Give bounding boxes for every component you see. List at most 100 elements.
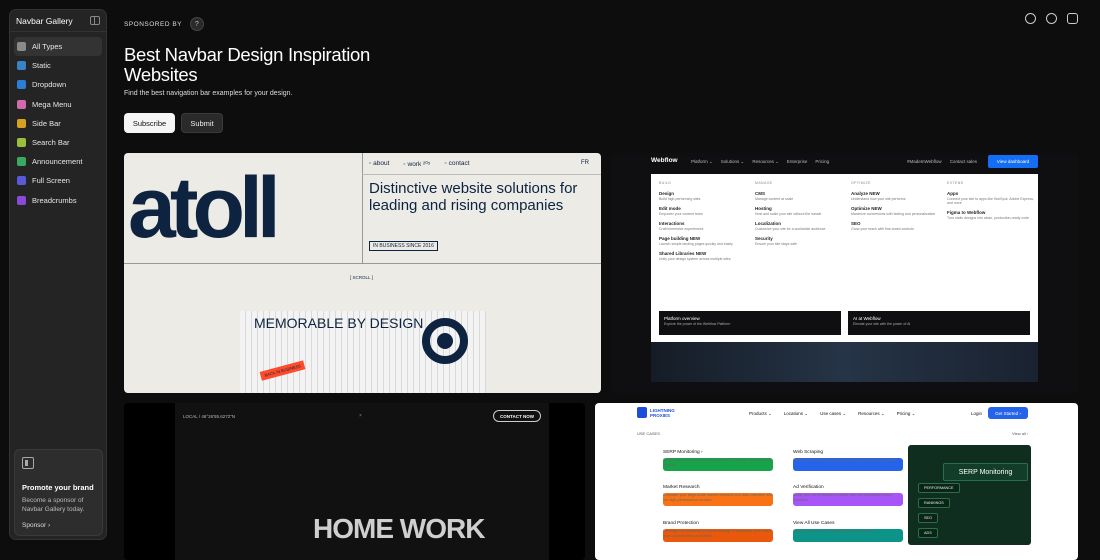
sponsored-label: SPONSORED BY bbox=[124, 20, 183, 28]
lp-use-case-title: Brand Protection bbox=[663, 521, 699, 526]
lp-use-case-title: Web Scraping bbox=[793, 450, 824, 455]
panel-tag: SEO bbox=[918, 513, 939, 523]
sidebar-title[interactable]: Navbar Gallery bbox=[16, 16, 73, 26]
wf-menu-item-desc: Customize your site for a worldwide audi… bbox=[755, 227, 826, 231]
help-circle-icon[interactable] bbox=[1046, 13, 1057, 24]
wf-right-item: Contact sales bbox=[949, 159, 977, 164]
wf-menu-item-desc: Turn static designs into clean, producti… bbox=[947, 216, 1029, 220]
wf-footer-desc: Elevate your site with the power of AI bbox=[853, 322, 911, 326]
poster-text: MEMORABLE BY DESIGN bbox=[254, 315, 424, 331]
homework-location: LOCAL / 46°26'55.6272"N bbox=[183, 414, 236, 419]
submit-site-icon[interactable] bbox=[1067, 13, 1078, 24]
webflow-logo: Webflow bbox=[651, 157, 678, 164]
promo-card: Promote your brand Become a sponsor of N… bbox=[14, 449, 103, 536]
help-icon[interactable]: ? bbox=[190, 17, 205, 31]
gallery-card-webflow[interactable]: Webflow Platform ⌄ Solutions ⌄ Resources… bbox=[611, 153, 1078, 393]
gallery-card-atoll[interactable]: atoll ◦ about ◦ work ²⁰⁵ ◦ contact FR Di… bbox=[124, 153, 601, 393]
announcement-icon bbox=[17, 157, 26, 167]
lp-nav-item: Products ⌄ bbox=[749, 411, 772, 416]
wf-nav-item: Enterprise bbox=[786, 159, 808, 164]
wf-footer-title: AI at Webflow bbox=[853, 316, 881, 321]
wf-menu-item-desc: Understand how your site performs bbox=[851, 197, 906, 201]
wf-column: OPTIMIZE Analyze NEW Understand how your s… bbox=[851, 181, 941, 236]
wf-menu-item-title: Hosting bbox=[755, 206, 772, 211]
sidebar-header: Navbar Gallery bbox=[10, 10, 106, 32]
atoll-nav-about: ◦ about bbox=[369, 160, 390, 167]
fullscreen-icon bbox=[17, 176, 26, 186]
wf-column-heading: EXTEND bbox=[947, 181, 964, 185]
wf-column: EXTEND Apps Connect your site to apps like… bbox=[947, 181, 1037, 225]
wf-menu-item-title: Figma to Webflow bbox=[947, 210, 986, 215]
wf-menu-item: CMS Manage content at scale bbox=[755, 191, 845, 201]
serp-panel-title: SERP Monitoring bbox=[943, 463, 1028, 481]
sidebar-item-side-bar[interactable]: Side Bar bbox=[10, 114, 106, 133]
wf-menu-item-title: Shared Libraries NEW bbox=[659, 251, 707, 256]
sidebar-item-announcement[interactable]: Announcement bbox=[10, 152, 106, 171]
wf-right-item: #MadeInWebflow bbox=[907, 159, 942, 164]
wf-menu-item-title: Optimize NEW bbox=[851, 206, 882, 211]
lp-use-case-title: SERP Monitoring › bbox=[663, 450, 703, 455]
atoll-nav: ◦ about ◦ work ²⁰⁵ ◦ contact bbox=[369, 160, 470, 168]
subscribe-button[interactable]: Subscribe bbox=[124, 113, 175, 133]
promo-text: Become a sponsor of Navbar Gallery today… bbox=[22, 497, 85, 514]
gallery-card-homework[interactable]: LOCAL / 46°26'55.6272"N × CONTACT NOW HO… bbox=[124, 403, 585, 560]
wf-column: MANAGE CMS Manage content at scale Hosting H… bbox=[755, 181, 845, 251]
webflow-dashboard-button: View dashboard bbox=[988, 155, 1038, 168]
mega-menu-icon bbox=[17, 99, 26, 109]
sidebar-item-search-bar[interactable]: Search Bar bbox=[10, 133, 106, 152]
wf-footer-card: Platform overview Explore the power of th… bbox=[659, 311, 841, 335]
lightning-logo: LIGHTNING PROXIES bbox=[650, 408, 675, 418]
sidebar-icon bbox=[17, 118, 26, 128]
gallery-card-lightning[interactable]: LIGHTNING PROXIES Products ⌄ Locations ⌄… bbox=[595, 403, 1078, 560]
wf-menu-item-title: Security bbox=[755, 236, 773, 241]
sidebar-item-mega-menu[interactable]: Mega Menu bbox=[10, 95, 106, 114]
sidebar-toggle-icon[interactable] bbox=[90, 16, 100, 25]
lightning-section-label: USE CASES bbox=[637, 431, 660, 436]
lp-use-case-desc: SERP data collection made easy with SERP… bbox=[663, 458, 772, 467]
static-icon bbox=[17, 61, 26, 71]
wf-menu-item: Page building NEW Launch simple landing p… bbox=[659, 236, 749, 246]
atoll-nav-work: ◦ work ²⁰⁵ bbox=[403, 161, 431, 168]
lp-use-case-title: View All Use Cases bbox=[793, 521, 835, 526]
sponsor-link[interactable]: Sponsor › bbox=[22, 522, 95, 529]
wf-menu-item: Hosting Host and scale your site without … bbox=[755, 206, 845, 216]
panel-tag: ADS bbox=[918, 528, 938, 538]
lp-use-case-desc: Initiate your web scraping projects with… bbox=[793, 458, 898, 462]
divider bbox=[362, 174, 601, 175]
panel-tag: PERFORMANCE bbox=[918, 483, 960, 493]
sidebar-item-static[interactable]: Static bbox=[10, 56, 106, 75]
wf-menu-item-desc: Ensure your site stays safe bbox=[755, 242, 798, 246]
sidebar-item-breadcrumbs[interactable]: Breadcrumbs bbox=[10, 191, 106, 210]
sidebar-item-full-screen[interactable]: Full Screen bbox=[10, 171, 106, 190]
atoll-ring-logo-icon bbox=[422, 318, 468, 364]
grid-icon bbox=[17, 42, 26, 52]
lightning-get-started: Get Started › bbox=[988, 407, 1028, 419]
wf-menu-item: SEO Grow your reach with fine-tuned contr… bbox=[851, 221, 941, 231]
serp-panel: SERP Monitoring PERFORMANCE RANKINGS SEO… bbox=[908, 445, 1031, 545]
wf-footer-title: Platform overview bbox=[664, 316, 700, 321]
sidebar-item-all-types[interactable]: All Types bbox=[14, 37, 102, 57]
sponsored-by: SPONSORED BY ? bbox=[124, 17, 205, 31]
sidebar-item-dropdown[interactable]: Dropdown bbox=[10, 75, 106, 94]
sidebar-item-label: Side Bar bbox=[32, 118, 61, 128]
dropdown-icon bbox=[17, 80, 26, 90]
webflow-nav: Platform ⌄ Solutions ⌄ Resources ⌄ Enter… bbox=[691, 159, 829, 165]
wf-menu-item: Edit mode Empower your content team bbox=[659, 206, 749, 216]
wf-menu-item-desc: Connect your site to apps like HubSpot, … bbox=[947, 197, 1034, 205]
wf-menu-item-desc: Grow your reach with fine-tuned controls bbox=[851, 227, 914, 231]
webflow-hero-bg bbox=[651, 342, 1038, 382]
wf-menu-item-title: Localization bbox=[755, 221, 782, 226]
wf-menu-item: Analyze NEW Understand how your site perf… bbox=[851, 191, 941, 201]
wf-nav-item: Pricing bbox=[815, 159, 830, 164]
sidebar-item-label: Announcement bbox=[32, 157, 83, 167]
webflow-mega-menu: BUILD Design Build high-performing sites Ed… bbox=[651, 174, 1038, 342]
wf-footer-card: AI at Webflow Elevate your site with the … bbox=[848, 311, 1030, 335]
wf-menu-item: Design Build high-performing sites bbox=[659, 191, 749, 201]
lp-nav-item: Resources ⌄ bbox=[858, 411, 885, 416]
sidebar-item-label: Mega Menu bbox=[32, 99, 72, 109]
twitter-icon[interactable] bbox=[1025, 13, 1036, 24]
webflow-right-nav: #MadeInWebflow Contact sales bbox=[907, 159, 977, 164]
wf-menu-item-title: Edit mode bbox=[659, 206, 681, 211]
submit-button[interactable]: Submit bbox=[181, 113, 223, 133]
atoll-nav-contact: ◦ contact bbox=[444, 160, 470, 167]
